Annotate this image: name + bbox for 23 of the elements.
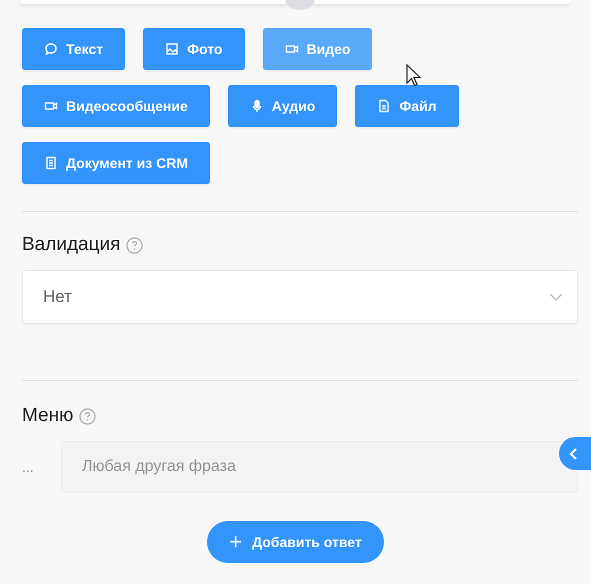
message-type-button[interactable]: Файл (355, 85, 459, 127)
speech-bubble-icon (44, 42, 58, 56)
chevron-left-icon (569, 446, 578, 460)
add-answer-button[interactable]: + Добавить ответ (207, 521, 384, 563)
drag-handle[interactable]: ... (22, 459, 37, 475)
document-icon (44, 156, 58, 170)
section-title: Валидация (22, 234, 120, 256)
answer-field[interactable]: Любая другая фраза (61, 441, 578, 493)
message-type-button[interactable]: Видеосообщение (22, 85, 210, 127)
message-type-button[interactable]: Аудио (228, 85, 338, 127)
file-icon (377, 99, 392, 113)
message-type-button[interactable]: Фото (143, 28, 244, 70)
collapse-tab[interactable] (559, 437, 591, 470)
section-title: Меню (22, 405, 74, 427)
help-icon[interactable] (126, 236, 144, 254)
validation-select[interactable]: Нет (22, 270, 578, 324)
chevron-down-icon (549, 293, 563, 301)
message-type-button[interactable]: Документ из CRM (22, 142, 210, 184)
mouse-cursor-icon (406, 64, 422, 88)
message-type-button[interactable]: Видео (262, 28, 372, 70)
picture-icon (165, 42, 180, 56)
help-icon[interactable] (79, 408, 96, 424)
message-type-button[interactable]: Текст (22, 28, 126, 70)
